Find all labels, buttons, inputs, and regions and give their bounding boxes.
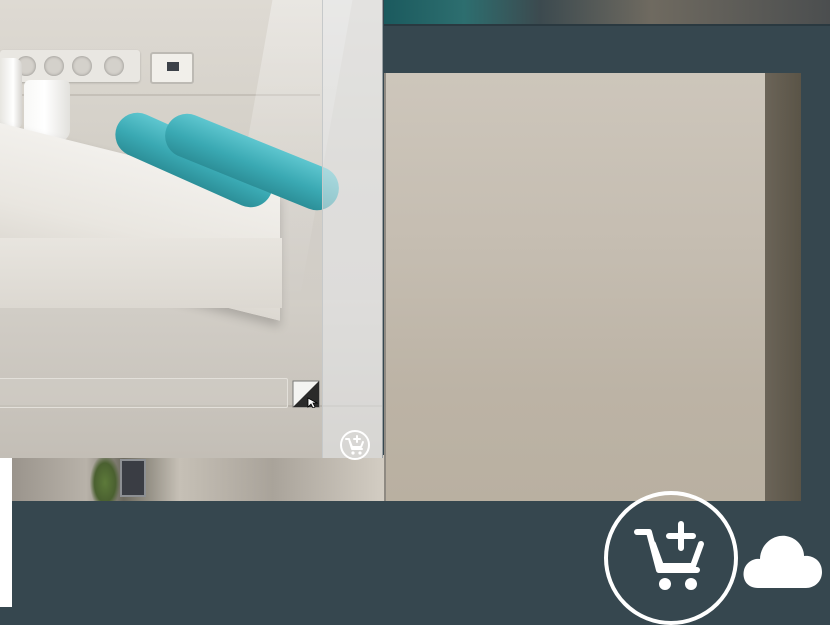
soap-dispenser (0, 58, 22, 130)
add-to-cart-button[interactable] (604, 491, 738, 625)
top-thumbnail-strip[interactable] (384, 0, 830, 26)
bottom-thumbnail[interactable] (12, 455, 384, 501)
main-image (384, 73, 801, 501)
cart-plus-icon (634, 521, 704, 590)
popup-text-field[interactable] (0, 378, 288, 408)
image-edge (384, 73, 386, 501)
popup-expand-button[interactable] (292, 380, 320, 409)
thermostat (150, 52, 194, 84)
vanity-front (0, 238, 282, 308)
plant-detail (90, 455, 120, 501)
popup-cart-button[interactable] (339, 429, 371, 461)
cloud-icon (743, 535, 822, 588)
expand-corner-icon (292, 380, 320, 409)
cloud-button[interactable] (740, 526, 826, 596)
socket (72, 56, 92, 76)
image-shadow (765, 73, 801, 501)
socket (44, 56, 64, 76)
socket (104, 56, 124, 76)
left-edge-strip (0, 458, 12, 607)
control-panel-detail (120, 459, 146, 497)
popup-side-panel (322, 0, 382, 458)
cart-plus-icon (340, 430, 370, 460)
